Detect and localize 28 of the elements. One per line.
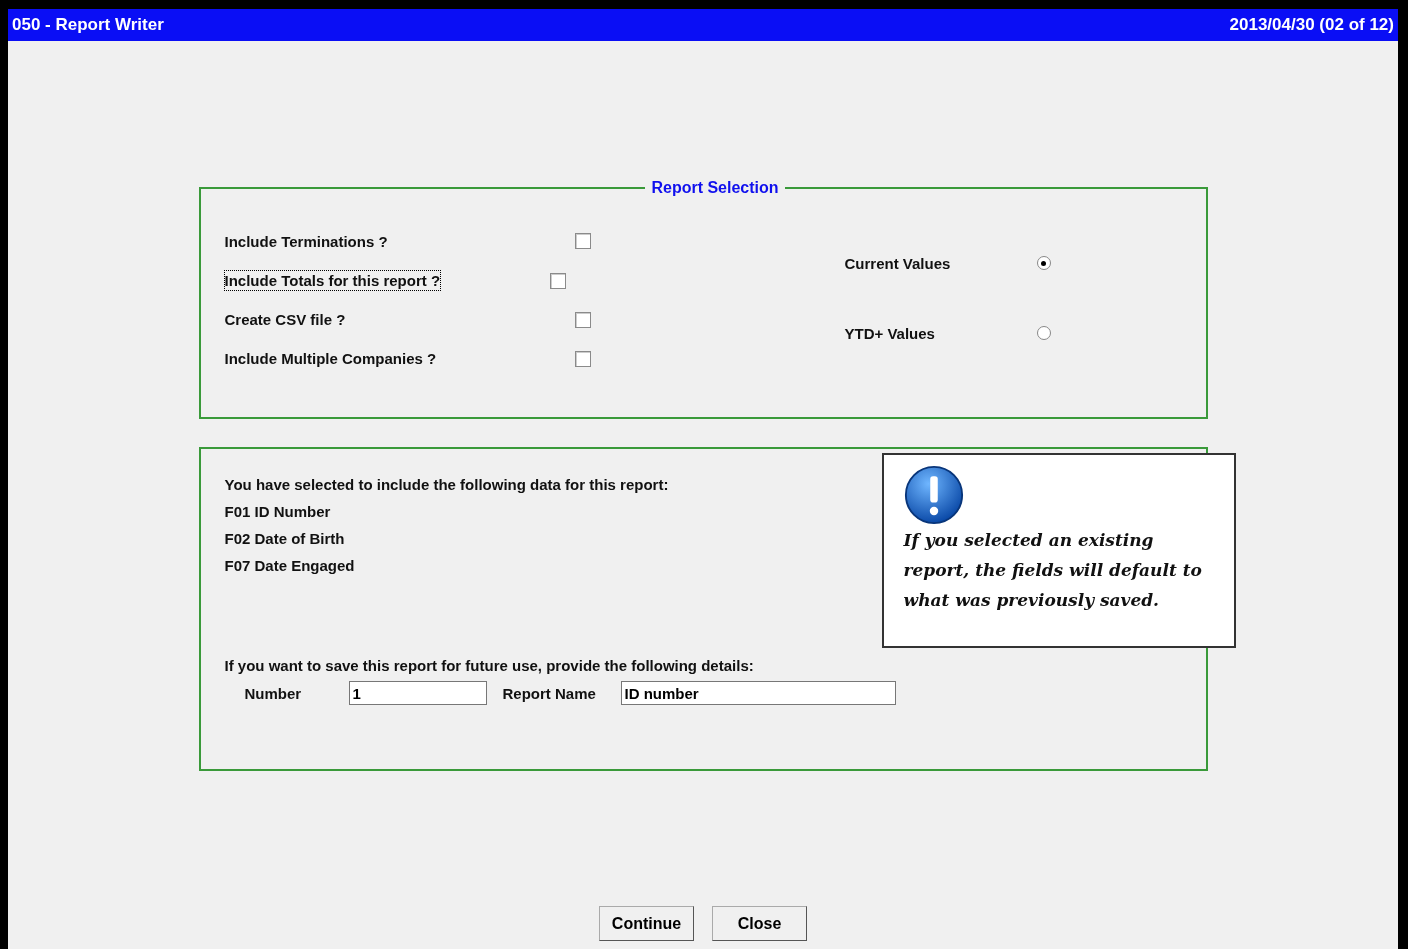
callout-text: If you selected an existing report, the fields will default to what was previously saved. (903, 529, 1203, 612)
dialog-button[interactable]: Close (712, 906, 807, 941)
panel-title: Report Selection (650, 179, 780, 197)
window-title: 050 - Report Writer (12, 15, 164, 35)
checkbox[interactable] (574, 350, 591, 367)
report-name-field[interactable]: ID number (620, 681, 896, 705)
radio-label: YTD+ Values (844, 324, 936, 342)
number-label: Number (244, 684, 303, 702)
checkbox[interactable] (574, 233, 591, 249)
radio-button[interactable] (1036, 326, 1051, 340)
option-label: Include Totals for this report ? (224, 271, 441, 290)
number-field[interactable]: 1 (348, 681, 487, 705)
period-label: 2013/04/30 (02 of 12) (1229, 15, 1394, 35)
field-item: F02 Date of Birth (224, 529, 345, 549)
report-name-label: Report Name (502, 684, 597, 702)
option-label: Include Terminations ? (224, 231, 389, 251)
radio-label: Current Values (844, 254, 952, 272)
checkbox[interactable] (550, 272, 567, 289)
option-label: Include Multiple Companies ? (224, 349, 438, 368)
radio-button[interactable] (1036, 256, 1051, 270)
exclamation-icon (903, 465, 964, 525)
dialog-button[interactable]: Continue (599, 906, 694, 941)
checkbox[interactable] (574, 311, 591, 328)
field-item: F07 Date Engaged (224, 556, 355, 576)
field-item: F01 ID Number (224, 502, 331, 522)
save-prompt: If you want to save this report for future use, provide the following details: (224, 656, 754, 676)
option-label: Create CSV file ? (224, 310, 347, 329)
intro-text: You have selected to include the following data for this report: (224, 475, 669, 495)
